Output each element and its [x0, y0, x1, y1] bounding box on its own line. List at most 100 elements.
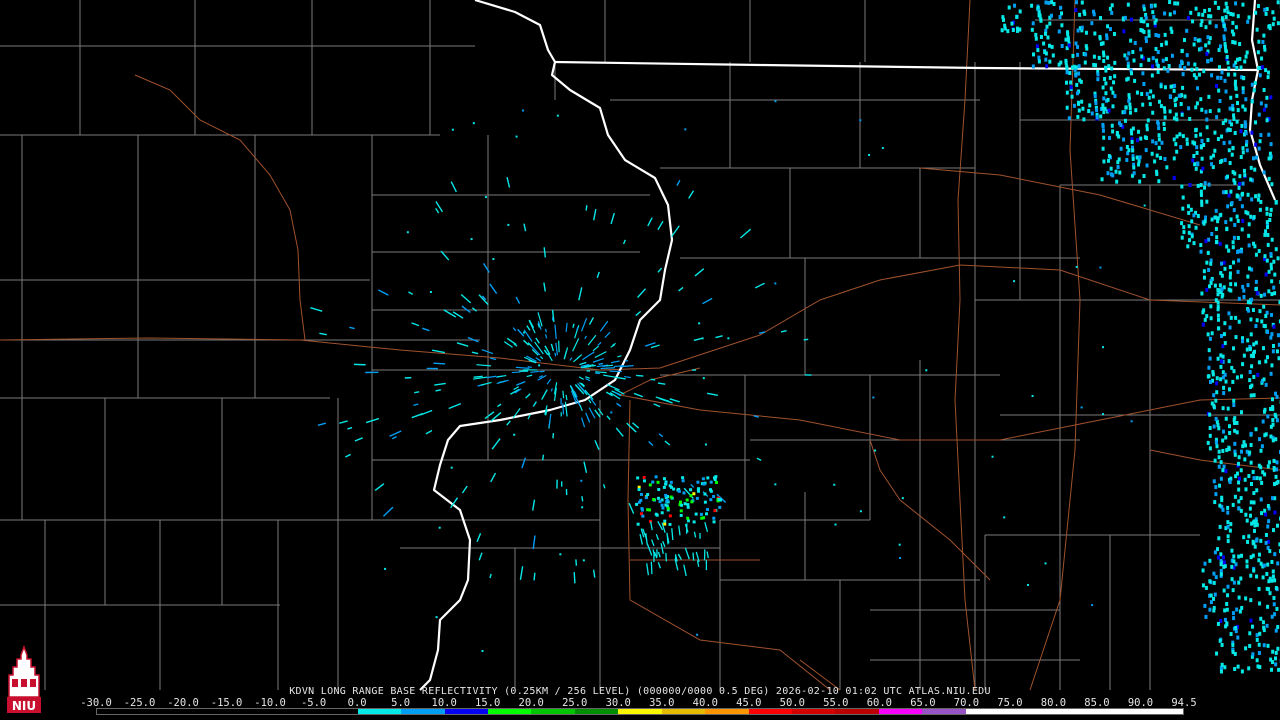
echo-cell: [1229, 189, 1233, 194]
echo-cell: [1058, 15, 1062, 20]
echo-cell: [1157, 179, 1161, 184]
echo-cell: [582, 559, 585, 562]
echo-cell: [1248, 347, 1252, 352]
echo-cell: [1210, 331, 1214, 336]
echo-cell: [1202, 143, 1206, 148]
echo-cell: [1037, 59, 1041, 64]
echo-cell: [1213, 458, 1217, 463]
echo-cell: [1044, 562, 1047, 565]
echo-cell: [1090, 21, 1094, 26]
echo-cell: [1096, 77, 1100, 82]
echo-cell: [1253, 80, 1257, 85]
echo-cell: [1212, 608, 1216, 613]
echo-cell: [1067, 37, 1071, 42]
echo-cell: [1217, 449, 1221, 454]
echo-cell: [701, 477, 705, 481]
echo-cell: [1247, 243, 1251, 248]
echo-cell: [1048, 43, 1052, 48]
echo-cell: [1252, 568, 1256, 573]
echo-cell: [1269, 371, 1273, 376]
echo-cell: [1131, 148, 1135, 153]
echo-cell: [1157, 33, 1161, 38]
echo-cell: [1222, 332, 1226, 337]
echo-cell: [1271, 10, 1275, 15]
echo-cell: [492, 258, 495, 261]
echo-cell: [1214, 440, 1218, 445]
echo-cell: [1145, 163, 1149, 168]
echo-cell: [712, 494, 716, 498]
echo-cell: [1206, 250, 1210, 255]
echo-cell: [1236, 269, 1240, 274]
echo-cell: [1262, 643, 1266, 648]
echo-cell: [1135, 155, 1139, 160]
echo-cell: [1191, 158, 1195, 163]
echo-cell: [1217, 317, 1221, 322]
echo-cell: [1221, 121, 1225, 126]
echo-cell: [1273, 510, 1277, 515]
echo-cell: [1217, 108, 1221, 113]
echo-cell: [1227, 359, 1231, 364]
echo-cell: [1157, 126, 1161, 131]
colorbar-swatch: [748, 709, 792, 714]
echo-cell: [1215, 444, 1219, 449]
echo-cell: [1257, 586, 1261, 591]
echo-cell: [1271, 496, 1275, 501]
echo-cell: [1185, 141, 1189, 146]
echo-cell: [1064, 60, 1068, 65]
echo-cell: [1081, 106, 1085, 111]
echo-cell: [1186, 61, 1190, 66]
echo-cell: [1248, 369, 1252, 374]
echo-cell: [1254, 279, 1258, 284]
echo-cell: [1228, 265, 1232, 270]
echo-cell: [1195, 145, 1199, 150]
echo-cell: [1270, 667, 1274, 672]
echo-cell: [1172, 156, 1176, 161]
echo-cell: [1240, 449, 1244, 454]
echo-cell: [1244, 646, 1248, 651]
echo-cell: [1102, 135, 1106, 140]
echo-cell: [1166, 68, 1170, 73]
echo-cell: [1213, 215, 1217, 220]
echo-cell: [1060, 23, 1064, 28]
echo-cell: [1271, 405, 1275, 410]
echo-cell: [1098, 16, 1102, 21]
echo-cell: [1255, 658, 1259, 663]
echo-cell: [1079, 79, 1083, 84]
echo-cell: [1196, 38, 1200, 43]
echo-cell: [1201, 310, 1205, 315]
echo-cell: [1110, 172, 1114, 177]
echo-streak: [533, 572, 536, 581]
echo-cell: [1216, 313, 1220, 318]
echo-cell: [1257, 558, 1261, 563]
echo-cell: [1187, 230, 1191, 235]
echo-cell: [1129, 71, 1133, 76]
echo-cell: [1219, 212, 1223, 217]
echo-cell: [1208, 446, 1212, 451]
echo-cell: [1254, 427, 1258, 432]
echo-streak: [803, 338, 809, 341]
echo-cell: [1232, 402, 1236, 407]
echo-cell: [1174, 112, 1178, 117]
echo-cell: [1257, 146, 1261, 151]
echo-cell: [1272, 466, 1276, 471]
echo-cell: [1156, 120, 1160, 125]
colorbar-swatch: [444, 709, 488, 714]
echo-cell: [1142, 29, 1146, 34]
echo-cell: [1255, 633, 1259, 638]
echo-cell: [1124, 105, 1128, 110]
echo-cell: [1216, 356, 1220, 361]
echo-cell: [1230, 201, 1234, 206]
echo-cell: [642, 479, 646, 483]
echo-cell: [1207, 94, 1211, 99]
echo-cell: [1232, 398, 1236, 403]
echo-cell: [1217, 47, 1221, 52]
echo-cell: [1245, 50, 1249, 55]
echo-cell: [668, 522, 672, 526]
echo-cell: [1237, 506, 1241, 511]
echo-cell: [1226, 584, 1230, 589]
echo-cell: [1116, 165, 1120, 170]
echo-cell: [1177, 93, 1181, 98]
echo-cell: [1128, 106, 1132, 111]
colorbar-swatch: [1009, 709, 1053, 714]
echo-cell: [1266, 75, 1270, 80]
